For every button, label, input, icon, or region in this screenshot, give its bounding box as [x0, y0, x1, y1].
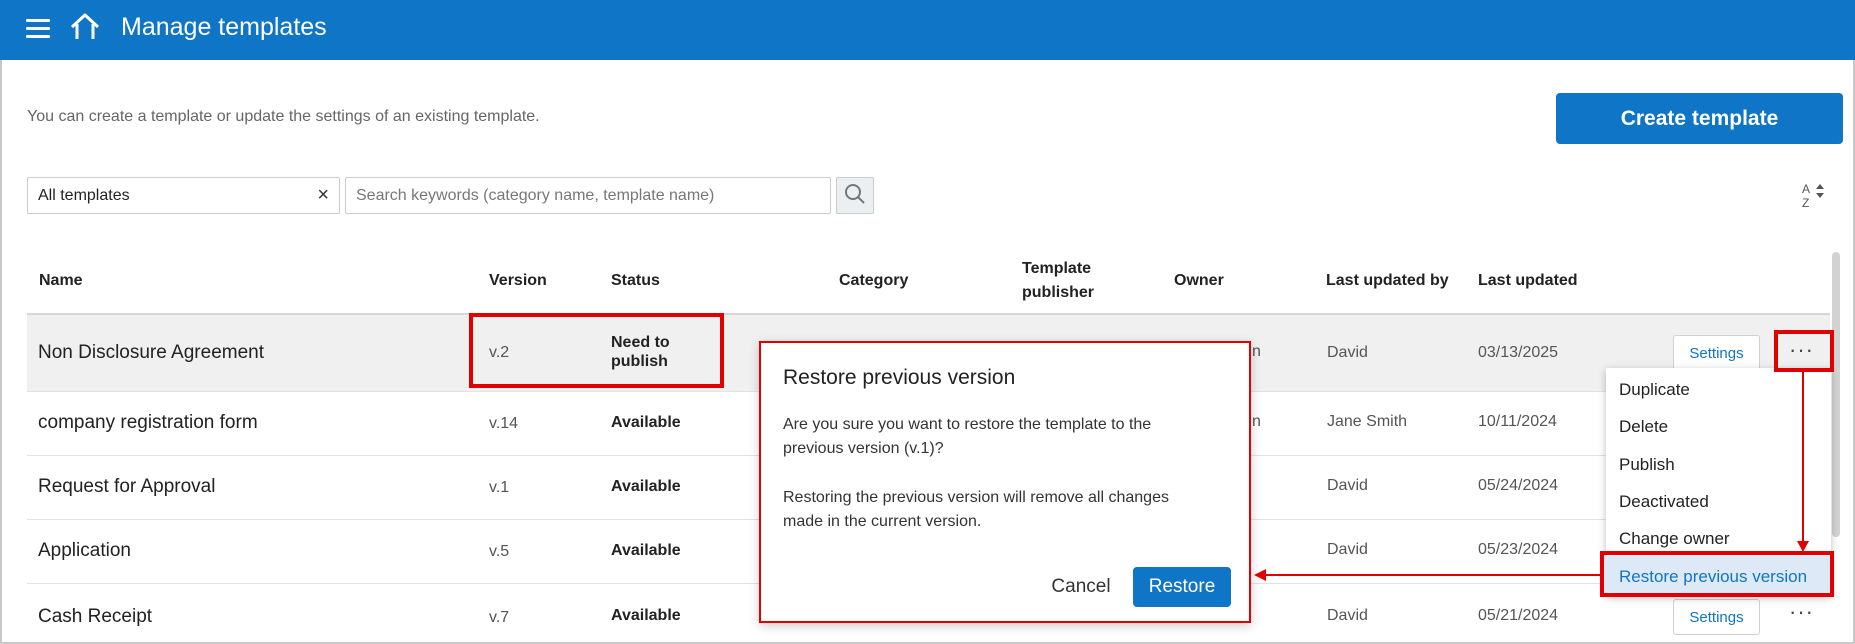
- template-name[interactable]: Application: [38, 540, 131, 562]
- template-name[interactable]: Request for Approval: [38, 476, 215, 498]
- template-status: Available: [611, 478, 681, 495]
- last-updated-by: Jane Smith: [1327, 413, 1408, 430]
- menu-item-publish[interactable]: Publish: [1619, 455, 1675, 475]
- dialog-message-line: made in the current version.: [783, 513, 982, 530]
- last-updated-by: David: [1327, 477, 1368, 494]
- search-button[interactable]: [836, 177, 874, 214]
- restore-button[interactable]: Restore: [1133, 567, 1231, 607]
- hamburger-menu-icon[interactable]: [26, 19, 50, 39]
- svg-text:A: A: [1802, 182, 1810, 196]
- home-icon[interactable]: [68, 12, 102, 42]
- menu-item-duplicate[interactable]: Duplicate: [1619, 380, 1690, 400]
- last-updated-by: David: [1327, 344, 1368, 361]
- template-filter-value: All templates: [38, 187, 130, 204]
- more-options-icon[interactable]: ···: [1789, 337, 1814, 363]
- restore-version-dialog: Restore previous version Are you sure yo…: [759, 341, 1251, 623]
- template-filter-select[interactable]: All templates ×: [27, 177, 340, 214]
- owner-fragment: n: [1252, 343, 1261, 360]
- page-description: You can create a template or update the …: [27, 108, 540, 125]
- template-version: v.2: [489, 344, 510, 361]
- search-icon: [845, 184, 865, 204]
- column-header-last-updated-by[interactable]: Last updated by: [1326, 272, 1449, 290]
- cancel-button[interactable]: Cancel: [1043, 567, 1119, 607]
- column-header-last-updated[interactable]: Last updated: [1478, 272, 1578, 290]
- settings-button[interactable]: Settings: [1673, 335, 1760, 371]
- page-title: Manage templates: [121, 13, 327, 41]
- column-header-name[interactable]: Name: [39, 272, 83, 290]
- sort-az-icon[interactable]: A Z: [1800, 180, 1830, 210]
- template-status: Available: [611, 414, 681, 431]
- menu-item-change-owner[interactable]: Change owner: [1619, 529, 1730, 549]
- table-scrollbar[interactable]: [1832, 252, 1840, 537]
- template-version: v.14: [489, 415, 519, 432]
- last-updated: 10/11/2024: [1478, 413, 1557, 430]
- last-updated: 05/21/2024: [1478, 607, 1559, 624]
- dialog-message-line: previous version (v.1)?: [783, 440, 944, 457]
- status-line: publish: [611, 353, 668, 370]
- column-header-owner[interactable]: Owner: [1174, 272, 1224, 290]
- column-header-publisher-line2[interactable]: publisher: [1022, 284, 1094, 302]
- svg-text:Z: Z: [1802, 196, 1809, 210]
- template-name[interactable]: company registration form: [38, 412, 258, 434]
- menu-item-deactivated[interactable]: Deactivated: [1619, 492, 1709, 512]
- column-header-category[interactable]: Category: [839, 272, 908, 290]
- menu-item-delete[interactable]: Delete: [1619, 417, 1668, 437]
- template-version: v.7: [489, 609, 510, 626]
- last-updated: 03/13/2025: [1478, 344, 1559, 361]
- template-status: Need to publish: [611, 333, 670, 371]
- search-input[interactable]: [345, 177, 831, 214]
- template-version: v.5: [489, 543, 510, 560]
- dialog-message-line: Are you sure you want to restore the tem…: [783, 416, 1152, 433]
- owner-fragment: n: [1252, 413, 1261, 430]
- template-version: v.1: [489, 479, 510, 496]
- dialog-message-line: Restoring the previous version will remo…: [783, 489, 1169, 506]
- column-header-status[interactable]: Status: [611, 272, 660, 290]
- template-name[interactable]: Cash Receipt: [38, 606, 152, 628]
- dialog-title: Restore previous version: [783, 366, 1016, 389]
- app-header: Manage templates: [0, 0, 1855, 60]
- last-updated-by: David: [1327, 541, 1368, 558]
- column-header-version[interactable]: Version: [489, 272, 547, 290]
- create-template-button[interactable]: Create template: [1556, 93, 1843, 144]
- more-options-icon[interactable]: ···: [1789, 599, 1814, 625]
- status-line: Need to: [611, 334, 670, 351]
- last-updated: 05/23/2024: [1478, 541, 1559, 558]
- template-status: Available: [611, 607, 681, 624]
- menu-item-restore-previous-version[interactable]: Restore previous version: [1619, 567, 1807, 587]
- template-name[interactable]: Non Disclosure Agreement: [38, 342, 264, 364]
- settings-button[interactable]: Settings: [1673, 599, 1760, 635]
- last-updated-by: David: [1327, 607, 1368, 624]
- template-status: Available: [611, 542, 681, 559]
- column-header-publisher-line1[interactable]: Template: [1022, 260, 1091, 278]
- clear-filter-icon[interactable]: ×: [317, 184, 329, 207]
- last-updated: 05/24/2024: [1478, 477, 1559, 494]
